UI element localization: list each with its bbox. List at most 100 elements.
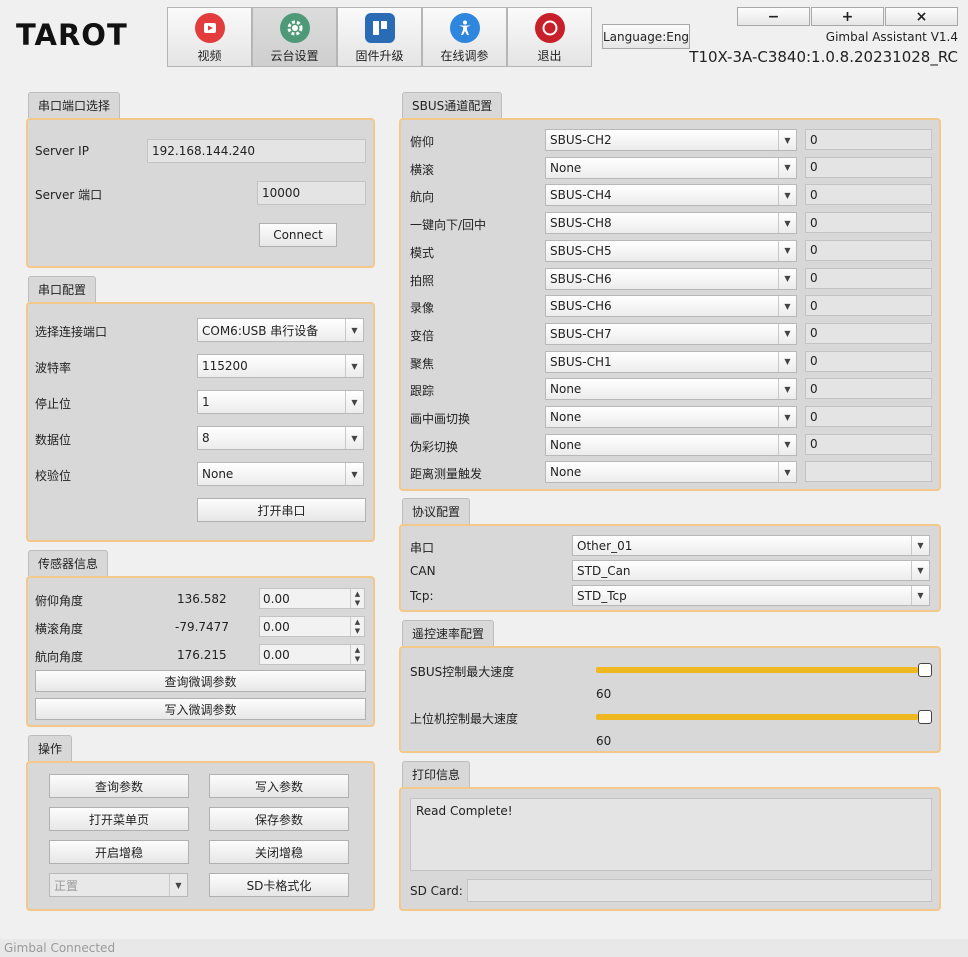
- sbus-channel-select[interactable]: SBUS-CH4 ▼: [545, 184, 797, 207]
- protocol-can-select[interactable]: STD_Can ▼: [572, 560, 930, 581]
- language-button[interactable]: Language:Eng: [602, 24, 690, 49]
- query-fine-tune-button[interactable]: 查询微调参数: [35, 670, 366, 692]
- sbus-channel-select[interactable]: None ▼: [545, 433, 797, 456]
- sd-card-label: SD Card:: [410, 884, 463, 898]
- spin-arrows-icon[interactable]: ▲ ▼: [350, 617, 364, 636]
- chevron-down-icon: ▼: [778, 130, 796, 150]
- sd-format-button[interactable]: SD卡格式化: [209, 873, 349, 897]
- print-panel: Read Complete! SD Card:: [399, 787, 941, 911]
- sensor-panel: 俯仰角度 136.582 0.00 ▲ ▼ 横滚角度 -79.7477 0.00 ▲ ▼…: [26, 576, 375, 727]
- parity-select[interactable]: None ▼: [197, 462, 364, 486]
- sbus-channel-value: None: [550, 410, 582, 424]
- sbus-channel-value: None: [550, 465, 582, 480]
- sbus-channel-reading: 0: [805, 378, 932, 400]
- nav-exit-label: 退出: [537, 49, 562, 63]
- sbus-channel-select[interactable]: None ▼: [545, 378, 797, 401]
- sbus-channel-select[interactable]: SBUS-CH6 ▼: [545, 267, 797, 290]
- sbus-channel-select[interactable]: SBUS-CH1 ▼: [545, 350, 797, 373]
- nav-exit-button[interactable]: 退出: [507, 7, 592, 67]
- sbus-channel-reading: 0: [805, 129, 932, 150]
- sbus-channel-reading: [805, 461, 932, 483]
- serial-port-select[interactable]: COM6:USB 串行设备 ▼: [197, 318, 364, 342]
- nav-firmware-button[interactable]: 固件升级: [337, 7, 422, 67]
- protocol-serial-value: Other_01: [577, 538, 633, 553]
- sbus-channel-reading: 0: [805, 239, 932, 261]
- nav-online-tuning-button[interactable]: 在线调参: [422, 7, 507, 67]
- exit-power-icon: [534, 13, 565, 43]
- protocol-serial-select[interactable]: Other_01 ▼: [572, 535, 930, 556]
- sbus-channel-select[interactable]: SBUS-CH5 ▼: [545, 239, 797, 262]
- print-panel-tab: 打印信息: [402, 761, 471, 787]
- sbus-channel-select[interactable]: SBUS-CH6 ▼: [545, 295, 797, 318]
- serial-panel-tab: 串口配置: [28, 276, 97, 302]
- spin-arrows-icon[interactable]: ▲ ▼: [350, 589, 364, 608]
- sd-card-field[interactable]: [467, 879, 932, 902]
- save-params-button[interactable]: 保存参数: [209, 807, 349, 831]
- baud-rate-label: 波特率: [35, 361, 72, 375]
- chevron-down-icon: ▼: [345, 463, 363, 485]
- chevron-down-icon: ▼: [778, 351, 796, 372]
- sbus-row: 跟踪 None ▼ 0: [401, 378, 939, 402]
- sbus-channel-select[interactable]: None ▼: [545, 461, 797, 484]
- sbus-channel-select[interactable]: None ▼: [545, 406, 797, 428]
- mount-orientation-select[interactable]: 正置 ▼: [49, 873, 188, 897]
- sbus-max-speed-slider[interactable]: [596, 661, 932, 679]
- write-fine-tune-button[interactable]: 写入微调参数: [35, 698, 366, 720]
- sbus-channel-reading: 0: [805, 267, 932, 289]
- protocol-serial-label: 串口: [410, 541, 435, 555]
- baud-rate-select[interactable]: 115200 ▼: [197, 354, 364, 378]
- sbus-channel-select[interactable]: None ▼: [545, 156, 797, 179]
- protocol-tcp-select[interactable]: STD_Tcp ▼: [572, 585, 930, 606]
- sbus-row-label: 录像: [410, 301, 435, 316]
- sbus-channel-value: SBUS-CH6: [550, 299, 612, 314]
- open-serial-button[interactable]: 打开串口: [197, 498, 366, 522]
- firmware-version: T10X-3A-C3840:1.0.8.20231028_RC: [689, 48, 958, 66]
- server-ip-field[interactable]: 192.168.144.240: [147, 139, 366, 163]
- minimize-button[interactable]: −: [737, 7, 810, 26]
- sbus-row-label: 画中画切换: [410, 412, 471, 426]
- data-bits-select[interactable]: 8 ▼: [197, 426, 364, 450]
- yaw-adjust-spinbox[interactable]: 0.00 ▲ ▼: [259, 644, 365, 665]
- query-params-button[interactable]: 查询参数: [49, 774, 189, 798]
- sbus-channel-select[interactable]: SBUS-CH7 ▼: [545, 322, 797, 345]
- sbus-row-label: 聚焦: [410, 356, 435, 371]
- server-port-field[interactable]: 10000: [257, 181, 366, 205]
- chevron-down-icon: ▼: [345, 427, 363, 449]
- sbus-channel-reading: 0: [805, 406, 932, 427]
- pitch-adjust-spinbox[interactable]: 0.00 ▲ ▼: [259, 588, 365, 609]
- enable-stabilization-button[interactable]: 开启增稳: [49, 840, 189, 864]
- firmware-board-icon: [364, 13, 395, 43]
- sbus-row: 模式 SBUS-CH5 ▼ 0: [401, 239, 939, 264]
- print-log[interactable]: Read Complete!: [410, 798, 932, 871]
- spin-arrows-icon[interactable]: ▲ ▼: [350, 645, 364, 664]
- sbus-row: 拍照 SBUS-CH6 ▼ 0: [401, 267, 939, 292]
- sbus-channel-value: SBUS-CH2: [550, 133, 612, 147]
- sbus-channel-value: SBUS-CH8: [550, 216, 612, 231]
- sbus-row: 画中画切换 None ▼ 0: [401, 406, 939, 430]
- close-button[interactable]: ×: [885, 7, 958, 26]
- connect-button[interactable]: Connect: [259, 223, 337, 247]
- stop-bits-select[interactable]: 1 ▼: [197, 390, 364, 414]
- sbus-panel-tab: SBUS通道配置: [402, 92, 503, 118]
- nav-video-button[interactable]: 视频: [167, 7, 252, 67]
- roll-adjust-spinbox[interactable]: 0.00 ▲ ▼: [259, 616, 365, 637]
- open-menu-button[interactable]: 打开菜单页: [49, 807, 189, 831]
- data-bits-label: 数据位: [35, 433, 72, 447]
- sbus-row: 距离测量触发 None ▼: [401, 461, 939, 485]
- disable-stabilization-button[interactable]: 关闭增稳: [209, 840, 349, 864]
- host-slider-handle[interactable]: [918, 710, 932, 724]
- chevron-down-icon: ▼: [345, 391, 363, 413]
- sbus-channel-select[interactable]: SBUS-CH2 ▼: [545, 129, 797, 151]
- speed-panel-tab: 遥控速率配置: [402, 620, 495, 646]
- sbus-channel-select[interactable]: SBUS-CH8 ▼: [545, 212, 797, 235]
- host-max-speed-slider[interactable]: [596, 708, 932, 726]
- app-title: Gimbal Assistant V1.4: [825, 30, 958, 44]
- sbus-slider-handle[interactable]: [918, 663, 932, 677]
- sbus-row-label: 航向: [410, 190, 435, 205]
- nav-gimbal-settings-button[interactable]: 云台设置: [252, 7, 337, 67]
- protocol-can-label: CAN: [410, 564, 436, 578]
- write-params-button[interactable]: 写入参数: [209, 774, 349, 798]
- sbus-row: 录像 SBUS-CH6 ▼ 0: [401, 295, 939, 319]
- maximize-button[interactable]: +: [811, 7, 884, 26]
- sbus-row: 伪彩切换 None ▼ 0: [401, 433, 939, 458]
